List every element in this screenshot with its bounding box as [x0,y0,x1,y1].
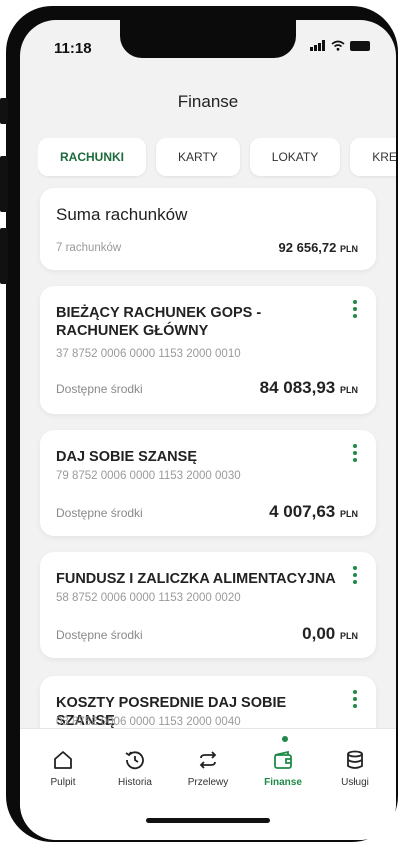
account-number: 03 8752 0006 0000 1153 2000 0040 [56,716,241,728]
notch [120,20,296,58]
page-title: Finanse [177,92,239,111]
nav-item-historia[interactable]: Historia [100,749,170,788]
battery-icon [350,40,370,51]
account-name: BIEŻĄCY RACHUNEK GOPS - RACHUNEK GŁÓWNY [56,305,262,339]
summary-title: Suma rachunków [56,205,188,224]
bottom-nav: Pulpit Historia Przelewy Finanse Usługi [20,728,396,840]
active-tab-indicator [282,736,288,742]
tab-bar: RACHUNKI KARTYLOKATYKRED [38,138,396,180]
home-icon [28,749,98,771]
account-amount-int: 4 007, [269,502,317,521]
more-options-icon[interactable] [352,444,358,462]
summary-count: 7 rachunków [56,242,122,254]
account-number: 79 8752 0006 0000 1153 2000 0030 [56,470,241,482]
database-icon [320,749,390,771]
account-amount-dec: 93 [316,378,336,397]
more-options-icon[interactable] [352,690,358,708]
account-currency: PLN [340,509,358,519]
summary-currency: PLN [340,244,358,254]
account-amount-int: 0, [302,624,317,643]
phone-frame: 11:18 Finanse RACHUNKI KARTYLOKATYKRED Su… [0,6,398,842]
status-time: 11:18 [54,40,92,57]
account-amount: 0,00 PLN [302,624,358,644]
volume-down-button [0,228,8,284]
screen: 11:18 Finanse RACHUNKI KARTYLOKATYKRED Su… [20,20,396,840]
mute-switch [0,98,8,124]
nav-label: Pulpit [50,777,76,788]
tab-karty[interactable]: KARTY [156,138,240,176]
account-amount: 4 007,63 PLN [269,502,358,522]
account-amount-int: 84 083, [259,378,317,397]
nav-label: Usługi [341,777,369,788]
nav-label: Historia [118,777,152,788]
account-number: 58 8752 0006 0000 1153 2000 0020 [56,592,241,604]
volume-up-button [0,156,8,212]
available-funds-label: Dostępne środki [56,628,143,642]
summary-amount-dec: 72 [321,240,337,255]
summary-amount: 92 656,72 PLN [279,240,358,255]
account-number: 37 8752 0006 0000 1153 2000 0010 [56,348,241,360]
summary-card[interactable]: Suma rachunków 7 rachunków 92 656,72 PLN [40,188,376,270]
account-name: DAJ SOBIE SZANSĘ [56,449,197,465]
signal-icon [310,40,326,51]
nav-item-pulpit[interactable]: Pulpit [28,749,98,788]
nav-item-finanse[interactable]: Finanse [248,749,318,788]
account-currency: PLN [340,631,358,641]
nav-label: Przelewy [187,777,229,788]
more-options-icon[interactable] [352,300,358,318]
summary-amount-int: 92 656, [278,240,322,255]
status-bar: 11:18 [20,20,396,70]
home-indicator[interactable] [146,818,270,823]
transfer-icon [173,749,243,771]
account-card[interactable]: DAJ SOBIE SZANSĘ 79 8752 0006 0000 1153 … [40,430,376,536]
available-funds-label: Dostępne środki [56,506,143,520]
account-amount: 84 083,93 PLN [260,378,358,398]
nav-item-uslugi[interactable]: Usługi [320,749,390,788]
tab-rachunki[interactable]: RACHUNKI [38,138,146,176]
account-amount-dec: 63 [316,502,336,521]
nav-item-przelewy[interactable]: Przelewy [173,749,243,788]
tab-kredyty[interactable]: KRED [350,138,396,176]
wifi-icon [331,40,345,51]
account-amount-dec: 00 [316,624,336,643]
more-options-icon[interactable] [352,566,358,584]
tab-lokaty[interactable]: LOKATY [249,138,341,176]
available-funds-label: Dostępne środki [56,382,143,396]
wallet-icon [248,749,318,771]
account-name: FUNDUSZ I ZALICZKA ALIMENTACYJNA [56,571,336,587]
account-currency: PLN [340,385,358,395]
account-card[interactable]: BIEŻĄCY RACHUNEK GOPS - RACHUNEK GŁÓWNY … [40,286,376,414]
account-card[interactable]: FUNDUSZ I ZALICZKA ALIMENTACYJNA 58 8752… [40,552,376,658]
status-icons [310,40,370,51]
nav-label: Finanse [264,777,302,788]
history-icon [100,749,170,771]
